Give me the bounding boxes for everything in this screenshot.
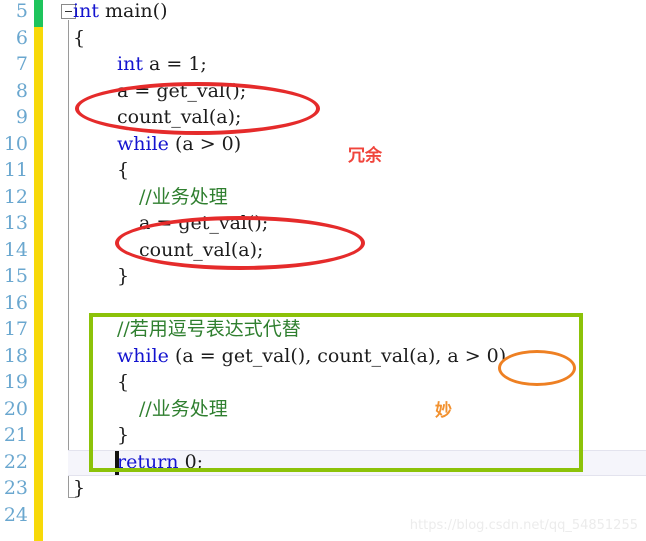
watermark-url: https://blog.csdn.net/qq_54851255 [409,518,638,533]
code-line-7[interactable]: int a = 1; [117,51,207,78]
code-editor-screenshot: 5 6 7 8 9 10 11 12 13 14 15 16 17 18 19 20 21 22 23 24 int … [0,0,646,541]
line-number: 5 [15,0,28,22]
code-token: int [117,53,149,75]
code-token: main() [105,0,168,22]
line-number: 11 [3,159,28,181]
annotation-ellipse-redundant-first [75,82,320,135]
annotation-box-comma-expression [89,313,583,472]
change-bar-unsaved [34,26,43,541]
line-number: 8 [15,79,28,102]
line-number: 15 [3,265,28,287]
line-number: 18 [3,344,28,367]
line-number-gutter: 5 6 7 8 9 10 11 12 13 14 15 16 17 18 19 20 21 22 23 24 [0,0,30,541]
line-number: 7 [15,53,28,75]
line-number: 13 [3,212,28,234]
code-line-23[interactable]: } [73,475,85,502]
code-token: } [73,477,86,499]
line-number: 21 [3,424,28,446]
code-token: while [117,132,169,155]
line-number: 9 [15,106,28,128]
code-line-15[interactable]: } [117,263,129,290]
code-token: int [73,0,105,22]
line-number: 16 [3,291,28,314]
code-fold-guide-line [68,20,69,497]
code-token: { [73,26,86,49]
line-number: 17 [3,318,28,340]
line-number: 19 [3,371,28,393]
code-token: { [117,159,130,181]
annotation-ellipse-redundant-second [115,216,365,270]
code-token: } [117,265,130,287]
code-line-6[interactable]: { [73,25,85,52]
annotation-label-clever: 妙 [435,401,452,421]
line-number: 12 [3,185,28,208]
change-bar-saved [34,0,43,27]
line-number: 20 [3,397,28,420]
line-number: 6 [15,26,28,49]
line-number: 14 [3,238,28,261]
line-number: 22 [3,450,28,473]
code-line-11[interactable]: { [117,157,129,184]
line-number: 10 [3,132,28,155]
code-line-5[interactable]: int main() [73,0,167,25]
line-number: 23 [3,477,28,499]
annotation-label-redundant: 冗余 [348,146,382,166]
code-token: (a > 0) [168,132,242,155]
code-line-12[interactable]: //业务处理 [139,184,228,211]
code-token: a = 1; [149,53,207,75]
code-token: //业务处理 [139,185,228,208]
line-number: 24 [3,503,28,526]
